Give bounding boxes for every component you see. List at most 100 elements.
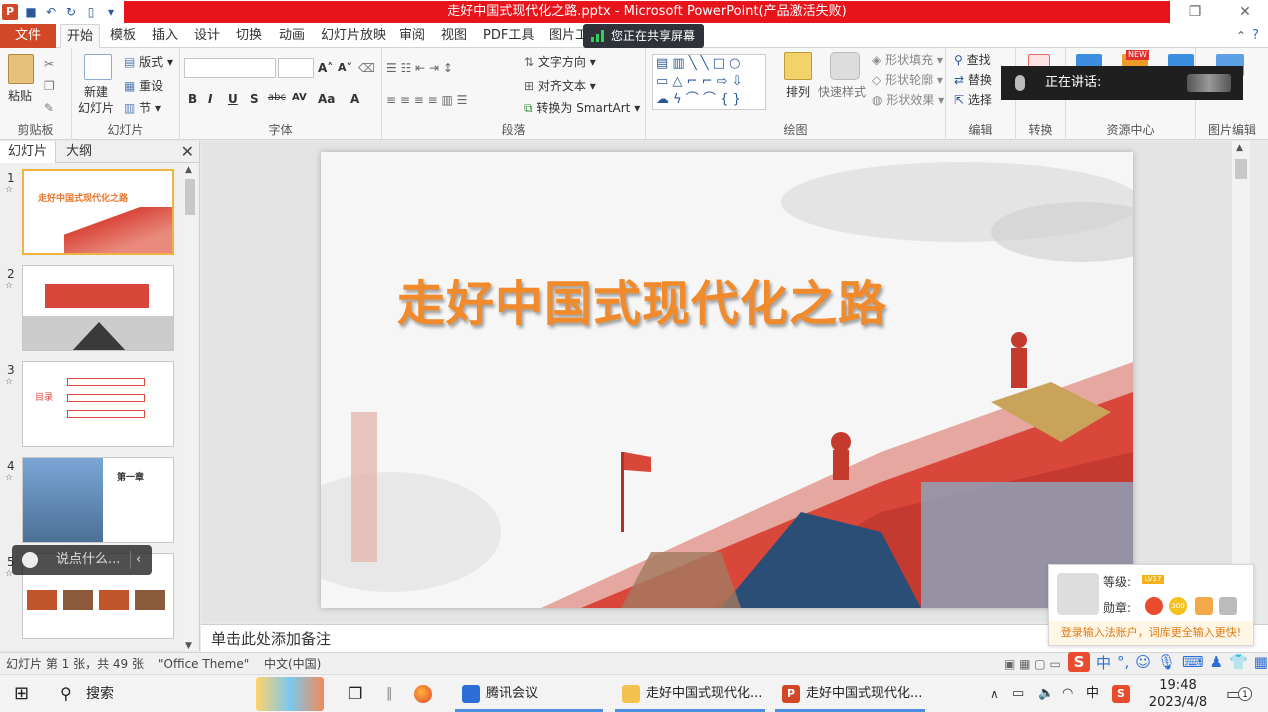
emoji-icon[interactable] xyxy=(22,552,38,568)
shape-fill-button[interactable]: ◈ 形状填充 ▾ xyxy=(872,52,943,68)
arrange-button[interactable]: 排列 xyxy=(786,84,810,100)
align-icons[interactable]: ≡ ≡ ≡ ≡ ▥ ☰ xyxy=(386,92,467,108)
tab-design[interactable]: 设计 xyxy=(188,24,226,48)
arrange-icon[interactable] xyxy=(784,52,812,80)
scroll-up-icon[interactable]: ▲ xyxy=(185,165,192,175)
redo-icon[interactable]: ↻ xyxy=(64,5,78,19)
thumb-pane-scrollbar[interactable]: ▲ ▼ xyxy=(183,165,197,651)
tab-slideshow[interactable]: 幻灯片放映 xyxy=(315,24,392,48)
char-spacing-button[interactable]: AV xyxy=(292,92,307,103)
text-direction-button[interactable]: ⇅ 文字方向 ▾ xyxy=(524,54,596,70)
customize-qat-icon[interactable]: ▾ xyxy=(104,5,118,19)
battery-icon[interactable]: ▭ xyxy=(1012,675,1024,712)
ime-grid-icon[interactable]: ▦ xyxy=(1254,653,1268,671)
tencent-meeting-icon[interactable] xyxy=(462,685,480,703)
underline-button[interactable]: U xyxy=(228,92,238,106)
current-slide[interactable]: 走好中国式现代化之路 xyxy=(321,152,1133,608)
grow-font-icon[interactable]: A˄ xyxy=(318,60,333,76)
cut-icon[interactable]: ✂ xyxy=(44,56,54,72)
taskbar-folder[interactable]: 走好中国式现代化... xyxy=(646,675,762,712)
ime-login-promo[interactable]: 登录输入法账户，词库更全输入更快! xyxy=(1049,621,1253,645)
bold-button[interactable]: B xyxy=(188,92,197,106)
replace-button[interactable]: ⇄ 替换 xyxy=(954,72,992,88)
tab-slides[interactable]: 幻灯片 xyxy=(0,141,57,163)
reset-button[interactable]: ▦ 重设 xyxy=(124,78,163,94)
close-icon[interactable]: ✕ xyxy=(1230,2,1260,22)
scroll-up-icon[interactable]: ▲ xyxy=(1236,143,1243,153)
task-view-icon[interactable]: ❐ xyxy=(348,675,362,712)
font-color-button[interactable]: A xyxy=(350,92,359,106)
shape-effects-button[interactable]: ◍ 形状效果 ▾ xyxy=(872,92,944,108)
firefox-icon[interactable] xyxy=(414,685,432,703)
slide-thumbnail-2[interactable] xyxy=(22,265,174,351)
ime-punct-toggle[interactable]: °, xyxy=(1117,653,1129,671)
format-painter-icon[interactable]: ✎ xyxy=(44,100,54,116)
taskbar-clock[interactable]: 19:48 2023/4/8 xyxy=(1148,677,1208,711)
layout-button[interactable]: ▤ 版式 ▾ xyxy=(124,54,173,70)
select-button[interactable]: ⇱ 选择 xyxy=(954,92,992,108)
search-icon[interactable]: ⚲ xyxy=(60,675,72,712)
scroll-down-icon[interactable]: ▼ xyxy=(185,641,192,651)
strikethrough-button[interactable]: abc xyxy=(268,92,286,103)
copy-icon[interactable]: ❐ xyxy=(44,78,55,94)
tab-review[interactable]: 审阅 xyxy=(393,24,431,48)
tray-sogou-icon[interactable]: S xyxy=(1112,685,1130,703)
new-document-icon[interactable]: ▯ xyxy=(84,5,98,19)
tab-outline[interactable]: 大纲 xyxy=(58,141,100,163)
taskbar-search[interactable]: 搜索 xyxy=(86,675,114,712)
save-icon[interactable]: ■ xyxy=(24,5,38,19)
quick-styles-button[interactable]: 快速样式 xyxy=(818,84,866,100)
scroll-thumb[interactable] xyxy=(1235,159,1247,179)
powerpoint-logo-icon[interactable]: P xyxy=(2,4,18,20)
taskbar-powerpoint[interactable]: 走好中国式现代化... xyxy=(806,675,922,712)
ime-zh-toggle[interactable]: 中 xyxy=(1096,652,1111,673)
view-buttons-icon[interactable]: ▣ ▦ ▢ ▭ xyxy=(1004,653,1061,675)
tab-pdf-tools[interactable]: PDF工具 xyxy=(477,24,540,48)
collapse-chat-icon[interactable]: ‹ xyxy=(136,545,141,575)
slide-thumbnail-3[interactable]: 目录 xyxy=(22,361,174,447)
new-slide-button[interactable]: 新建 幻灯片 xyxy=(78,84,114,116)
clear-format-icon[interactable]: ⌫ xyxy=(358,60,375,76)
close-pane-icon[interactable]: ✕ xyxy=(181,142,194,161)
restore-icon[interactable]: ❐ xyxy=(1180,2,1210,22)
italic-button[interactable]: I xyxy=(208,92,212,106)
tab-home[interactable]: 开始 xyxy=(60,24,101,48)
quick-styles-icon[interactable] xyxy=(830,52,860,80)
volume-icon[interactable]: 🔈 xyxy=(1038,675,1054,712)
change-case-button[interactable]: Aa xyxy=(318,92,335,106)
undo-icon[interactable]: ↶ xyxy=(44,5,58,19)
tab-templates[interactable]: 模板 xyxy=(104,24,142,48)
slide-thumbnail-1[interactable]: 走好中国式现代化之路 xyxy=(22,169,174,255)
windows-start-icon[interactable]: ⊞ xyxy=(14,675,29,712)
align-text-button[interactable]: ⊞ 对齐文本 ▾ xyxy=(524,78,596,94)
text-shadow-button[interactable]: S xyxy=(250,92,259,106)
shape-gallery[interactable]: ▤ ▥ ╲ ╲ □ ○ ▭ △ ⌐ ⌐ ⇨ ⇩ ☁ ϟ ⌒ ⌒ { } xyxy=(652,54,766,110)
tab-insert[interactable]: 插入 xyxy=(146,24,184,48)
new-slide-icon[interactable] xyxy=(84,54,112,80)
bullets-icon[interactable]: ☰ ☷ ⇤ ⇥ ↕ xyxy=(386,60,453,76)
font-size-select[interactable] xyxy=(278,58,314,78)
powerpoint-taskbar-icon[interactable]: P xyxy=(782,685,800,703)
tab-file[interactable]: 文件 xyxy=(0,24,56,48)
ime-keyboard-icon[interactable]: ⌨ xyxy=(1182,653,1204,671)
paste-icon[interactable] xyxy=(8,54,34,84)
help-icon[interactable]: ? xyxy=(1246,24,1265,48)
ime-voice-icon[interactable]: 🎙 xyxy=(1157,653,1176,671)
search-highlight-doodle[interactable] xyxy=(256,677,324,711)
network-icon[interactable]: ◠ xyxy=(1062,675,1073,712)
find-button[interactable]: ⚲ 查找 xyxy=(954,52,991,68)
tab-transitions[interactable]: 切换 xyxy=(230,24,268,48)
taskbar-tencent-meeting[interactable]: 腾讯会议 xyxy=(486,675,538,712)
tab-view[interactable]: 视图 xyxy=(435,24,473,48)
shrink-font-icon[interactable]: A˅ xyxy=(338,60,352,76)
canvas-scrollbar[interactable]: ▲ xyxy=(1232,141,1250,623)
paste-button[interactable]: 粘贴 xyxy=(8,88,32,104)
scroll-thumb[interactable] xyxy=(185,179,195,215)
smartart-button[interactable]: ⧉ 转换为 SmartArt ▾ xyxy=(524,100,640,116)
shape-outline-button[interactable]: ◇ 形状轮廓 ▾ xyxy=(872,72,943,88)
folder-icon[interactable] xyxy=(622,685,640,703)
tray-ime-zh[interactable]: 中 xyxy=(1086,675,1099,712)
section-button[interactable]: ▥ 节 ▾ xyxy=(124,100,161,116)
ime-skin-icon[interactable]: ♟ xyxy=(1210,653,1223,671)
chat-input-pill[interactable]: 说点什么... ‹ xyxy=(12,545,152,575)
